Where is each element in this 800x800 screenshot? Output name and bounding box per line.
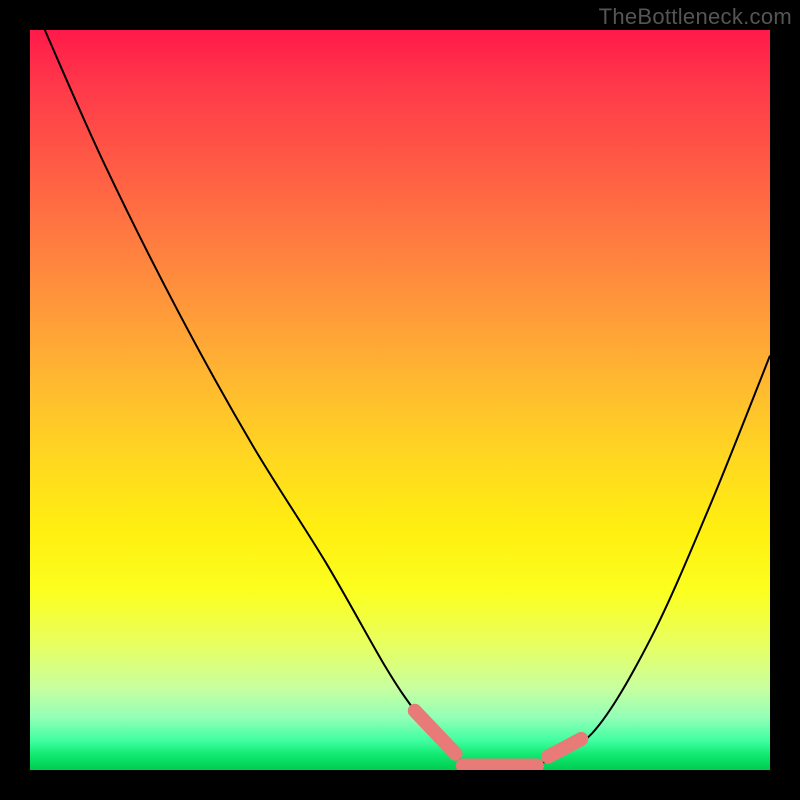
chart-container: TheBottleneck.com	[0, 0, 800, 800]
curve-svg	[30, 30, 770, 770]
watermark-text: TheBottleneck.com	[599, 4, 792, 30]
highlight-segment	[548, 739, 581, 757]
plot-area	[30, 30, 770, 770]
highlight-markers	[415, 711, 582, 766]
bottleneck-curve	[45, 30, 770, 770]
highlight-segment	[415, 711, 456, 754]
